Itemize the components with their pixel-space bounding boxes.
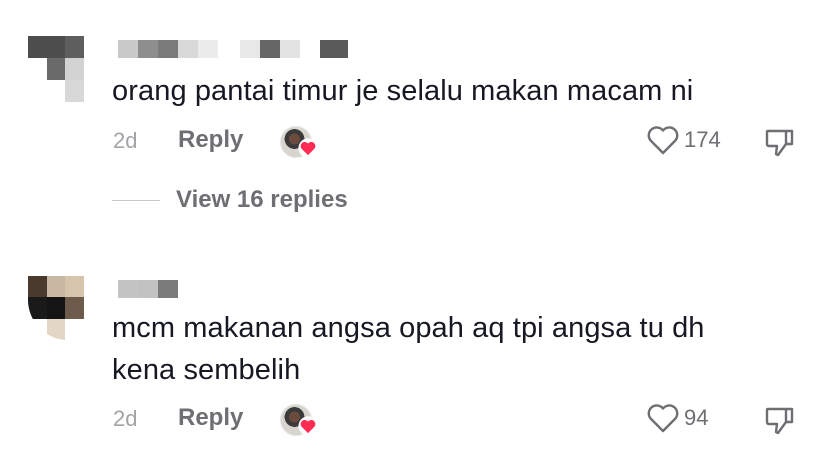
username-redacted[interactable] [118, 40, 348, 58]
heart-filled-icon [298, 416, 318, 436]
reply-button[interactable]: Reply [178, 404, 243, 432]
like-count: 174 [684, 127, 721, 152]
liked-by-creator-badge [280, 404, 318, 438]
heart-filled-icon [298, 138, 318, 158]
comment-timestamp: 2d [113, 128, 138, 153]
comment-text: mcm makanan angsa opah aq tpi angsa tu d… [112, 312, 705, 386]
comments-panel: orang pantai timur je selalu makan macam… [0, 0, 828, 458]
comment-timestamp: 2d [113, 406, 138, 431]
liked-by-creator-badge [280, 126, 318, 160]
user-avatar[interactable] [28, 36, 102, 102]
username-redacted[interactable] [118, 280, 178, 298]
like-button[interactable]: 94 [646, 402, 708, 434]
comment-text: orang pantai timur je selalu makan macam… [112, 75, 694, 107]
heart-outline-icon [647, 404, 679, 433]
user-avatar[interactable] [28, 276, 102, 340]
like-button[interactable]: 174 [646, 124, 721, 156]
view-replies-button[interactable]: View 16 replies [112, 186, 348, 214]
dislike-icon[interactable] [764, 404, 796, 436]
dislike-icon[interactable] [764, 126, 796, 158]
reply-button[interactable]: Reply [178, 126, 243, 154]
like-count: 94 [684, 405, 709, 430]
divider [112, 199, 160, 201]
view-replies-label: View 16 replies [176, 186, 348, 213]
heart-outline-icon [647, 126, 679, 155]
